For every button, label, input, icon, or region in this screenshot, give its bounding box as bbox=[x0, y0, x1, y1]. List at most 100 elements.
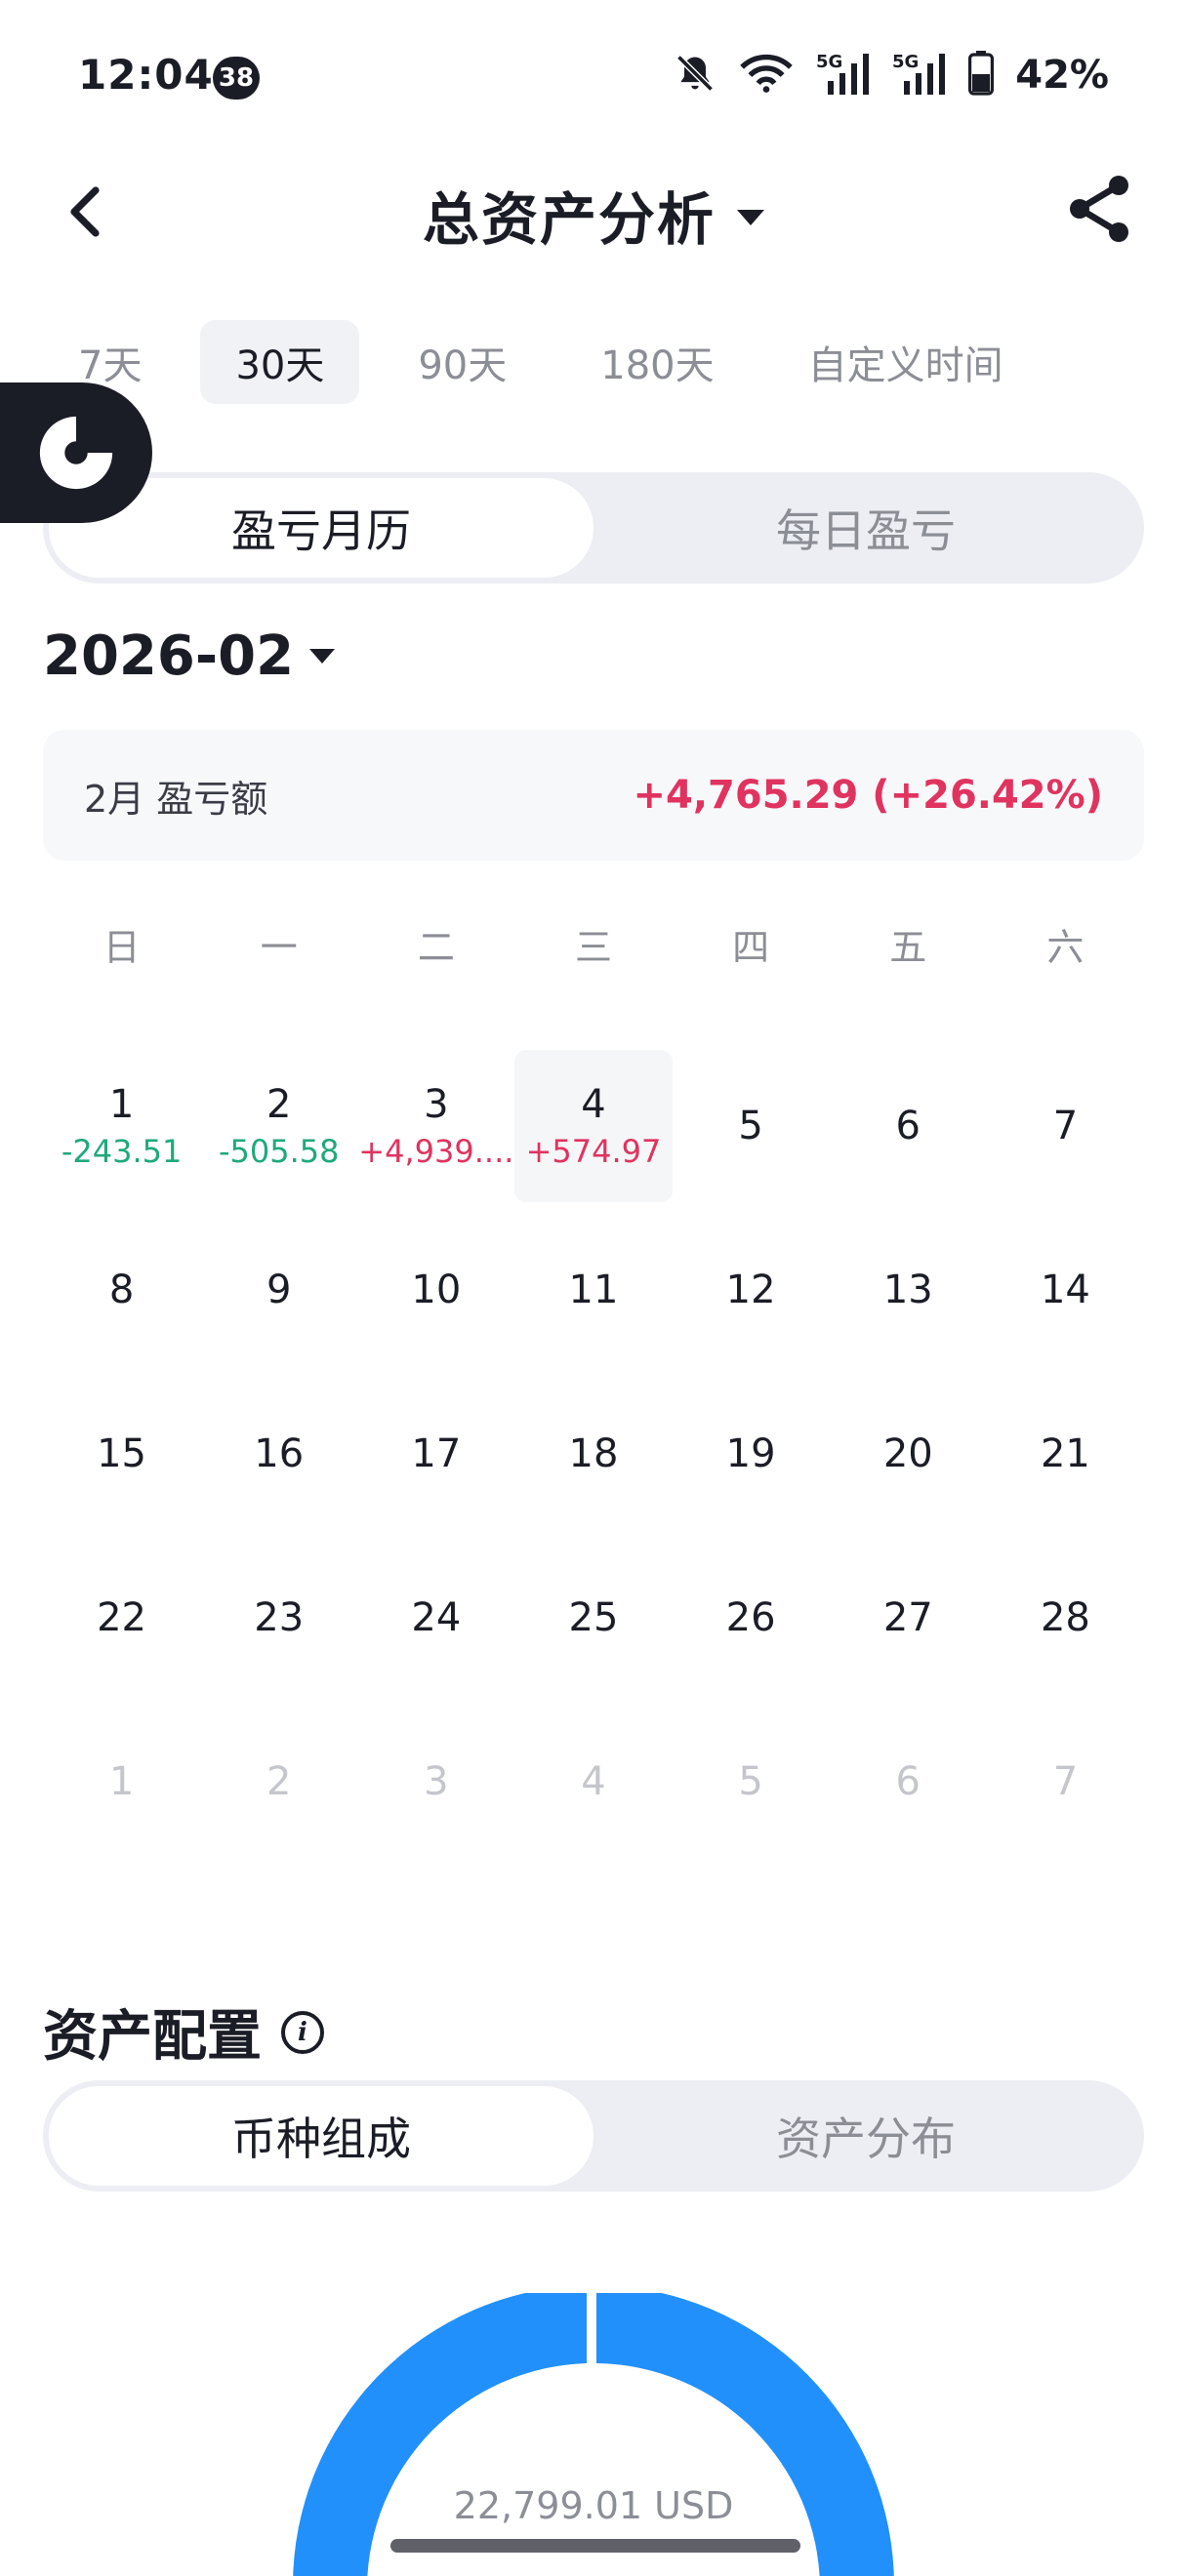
calendar-day[interactable]: 13 bbox=[830, 1214, 987, 1366]
calendar-day[interactable]: 21 bbox=[987, 1378, 1144, 1530]
day-number: 2 bbox=[266, 1759, 292, 1804]
calendar-day[interactable]: 12 bbox=[673, 1214, 830, 1366]
calendar-day[interactable]: 8 bbox=[43, 1214, 200, 1366]
calendar-day[interactable]: 26 bbox=[673, 1542, 830, 1694]
calendar-day[interactable]: 20 bbox=[830, 1378, 987, 1530]
calendar-day[interactable]: 28 bbox=[987, 1542, 1144, 1694]
calendar-day[interactable]: 11 bbox=[514, 1214, 672, 1366]
day-number: 19 bbox=[725, 1431, 776, 1476]
calendar-day[interactable]: 1 -243.51 bbox=[43, 1050, 200, 1202]
day-number: 6 bbox=[895, 1104, 921, 1148]
month-value: 2026-02 bbox=[43, 624, 295, 688]
weekday-label: 五 bbox=[889, 926, 927, 969]
calendar-day[interactable]: 2 -505.58 bbox=[200, 1050, 357, 1202]
summary-value: +4,765.29 (+26.42%) bbox=[633, 773, 1103, 818]
day-number: 21 bbox=[1040, 1431, 1090, 1476]
title-dropdown[interactable]: 总资产分析 bbox=[0, 174, 1187, 256]
calendar-day[interactable]: 3 +4,939.... bbox=[357, 1050, 514, 1202]
mute-icon bbox=[674, 52, 716, 99]
status-icons: 5G 5G 42% bbox=[674, 51, 1109, 100]
calendar-day[interactable]: 5 bbox=[673, 1050, 830, 1202]
calendar-day[interactable]: 23 bbox=[200, 1542, 357, 1694]
calendar-day[interactable]: 24 bbox=[357, 1542, 514, 1694]
day-number: 17 bbox=[411, 1431, 462, 1476]
month-pnl-summary: 2月 盈亏额 +4,765.29 (+26.42%) bbox=[43, 730, 1144, 861]
calendar-day[interactable]: 7 bbox=[987, 1050, 1144, 1202]
share-icon bbox=[1070, 176, 1128, 242]
allocation-title: 资产配置 bbox=[43, 2005, 262, 2069]
calendar-day[interactable]: 14 bbox=[987, 1214, 1144, 1366]
calendar-day: 7 bbox=[987, 1706, 1144, 1858]
status-bar: 12:04 38 5G 5G 42% bbox=[0, 0, 1187, 156]
allocation-tab-distribution[interactable]: 资产分布 bbox=[594, 2086, 1138, 2186]
gauge-segment-left bbox=[293, 2293, 587, 2576]
allocation-toggle: 币种组成 资产分布 bbox=[43, 2080, 1144, 2192]
calendar-day[interactable]: 19 bbox=[673, 1378, 830, 1530]
calendar-day[interactable]: 15 bbox=[43, 1378, 200, 1530]
calendar-day[interactable]: 6 bbox=[830, 1050, 987, 1202]
svg-text:5G: 5G bbox=[892, 52, 919, 72]
calendar-day[interactable]: 10 bbox=[357, 1214, 514, 1366]
calendar-day: 3 bbox=[357, 1706, 514, 1858]
summary-label: 2月 盈亏额 bbox=[84, 777, 268, 821]
view-toggle: 盈亏月历 每日盈亏 bbox=[43, 472, 1144, 584]
calendar-day[interactable]: 17 bbox=[357, 1378, 514, 1530]
day-number: 18 bbox=[568, 1431, 619, 1476]
day-number: 1 bbox=[108, 1759, 135, 1804]
day-number: 24 bbox=[411, 1595, 462, 1640]
share-button[interactable] bbox=[1060, 170, 1138, 248]
battery-icon bbox=[968, 51, 995, 100]
time-range-tabs: 7天 30天 90天 180天 自定义时间 bbox=[43, 320, 1039, 404]
home-indicator[interactable] bbox=[390, 2539, 800, 2553]
calendar-day: 5 bbox=[673, 1706, 830, 1858]
calendar-day[interactable]: 27 bbox=[830, 1542, 987, 1694]
day-number: 28 bbox=[1040, 1595, 1090, 1640]
signal-5g-icon-2: 5G bbox=[892, 50, 947, 101]
day-number: 25 bbox=[568, 1595, 619, 1640]
day-pnl-value: -505.58 bbox=[218, 1133, 340, 1170]
caret-down-icon bbox=[737, 210, 764, 225]
allocation-tab-currency[interactable]: 币种组成 bbox=[49, 2086, 594, 2186]
day-number: 20 bbox=[882, 1431, 933, 1476]
calendar-day[interactable]: 16 bbox=[200, 1378, 357, 1530]
day-number: 11 bbox=[568, 1268, 619, 1312]
day-number: 3 bbox=[424, 1759, 449, 1804]
caret-down-icon bbox=[309, 649, 336, 664]
day-number: 6 bbox=[895, 1759, 921, 1804]
day-number: 9 bbox=[266, 1268, 292, 1312]
day-pnl-value: +574.97 bbox=[525, 1133, 662, 1170]
range-tab-30d[interactable]: 30天 bbox=[200, 320, 360, 404]
calendar-day[interactable]: 9 bbox=[200, 1214, 357, 1366]
calendar-day[interactable]: 22 bbox=[43, 1542, 200, 1694]
day-number: 1 bbox=[108, 1082, 135, 1127]
range-tab-180d[interactable]: 180天 bbox=[565, 320, 749, 404]
month-picker[interactable]: 2026-02 bbox=[43, 624, 336, 688]
status-time: 12:04 bbox=[78, 51, 214, 99]
day-number: 27 bbox=[882, 1595, 933, 1640]
range-tab-90d[interactable]: 90天 bbox=[383, 320, 542, 404]
day-number: 22 bbox=[97, 1595, 147, 1640]
day-pnl-value: -243.51 bbox=[61, 1133, 183, 1170]
day-number: 13 bbox=[882, 1268, 933, 1312]
view-tab-daily[interactable]: 每日盈亏 bbox=[594, 478, 1138, 578]
floating-assistant-button[interactable] bbox=[0, 382, 152, 523]
weekday-label: 六 bbox=[1046, 926, 1085, 969]
calendar-day: 4 bbox=[514, 1706, 672, 1858]
day-pnl-value: +4,939.... bbox=[358, 1133, 514, 1170]
allocation-header: 资产配置 i bbox=[43, 1992, 324, 2072]
weekday-label: 二 bbox=[417, 926, 455, 969]
info-icon[interactable]: i bbox=[281, 2010, 324, 2054]
calendar-day-today[interactable]: 4 +574.97 bbox=[514, 1050, 673, 1202]
day-number: 5 bbox=[738, 1759, 763, 1804]
calendar-day[interactable]: 18 bbox=[514, 1378, 672, 1530]
day-number: 10 bbox=[411, 1268, 462, 1312]
day-number: 5 bbox=[738, 1104, 763, 1148]
weekday-label: 日 bbox=[102, 926, 141, 969]
calendar-day[interactable]: 25 bbox=[514, 1542, 672, 1694]
day-number: 3 bbox=[424, 1082, 449, 1127]
day-number: 8 bbox=[108, 1268, 135, 1312]
range-tab-custom[interactable]: 自定义时间 bbox=[773, 320, 1039, 404]
weekday-label: 三 bbox=[574, 926, 612, 969]
weekday-header: 日 一 二 三 四 五 六 bbox=[43, 917, 1144, 971]
notification-count-badge: 38 bbox=[213, 57, 260, 100]
